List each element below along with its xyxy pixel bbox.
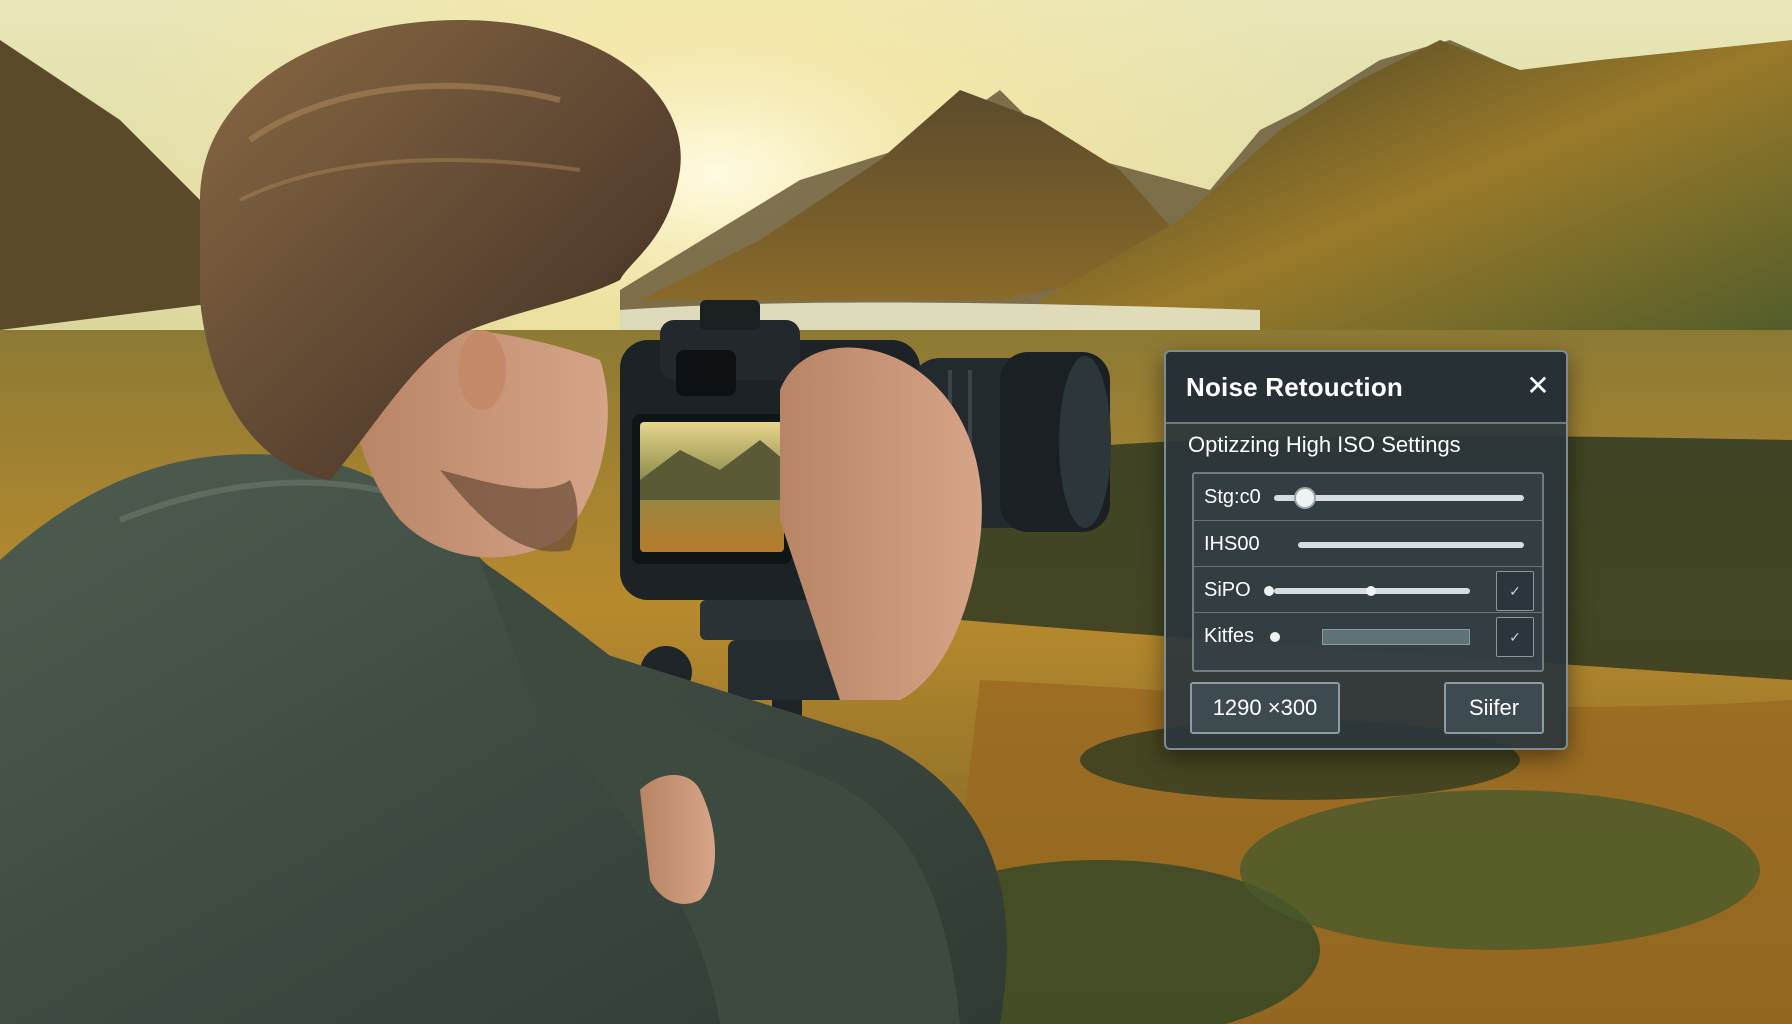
slider-min-dot	[1264, 586, 1274, 596]
dialog-header: Noise Retouction ✕	[1166, 352, 1566, 424]
slider-handle[interactable]	[1294, 487, 1316, 509]
setting-label: IHS00	[1204, 533, 1260, 555]
setting-row: SiPO ✓	[1194, 566, 1542, 613]
slider-track[interactable]	[1298, 542, 1524, 548]
noise-retouction-dialog: Noise Retouction ✕ Optizzing High ISO Se…	[1164, 350, 1568, 750]
slider-handle[interactable]	[1366, 586, 1376, 596]
close-icon: ✕	[1526, 370, 1550, 401]
resolution-button[interactable]: 1290 ×300	[1190, 682, 1340, 734]
settings-group: Stg:c0 IHS00 SiPO ✓ Kitfes ✓	[1192, 472, 1544, 672]
setting-checkbox[interactable]: ✓	[1496, 571, 1534, 611]
setting-row: Kitfes ✓	[1194, 612, 1542, 659]
range-slider[interactable]	[1322, 629, 1470, 645]
check-icon: ✓	[1509, 629, 1521, 645]
check-icon: ✓	[1509, 583, 1521, 599]
dialog-subtitle: Optizzing High ISO Settings	[1188, 432, 1461, 457]
setting-label: SiPO	[1204, 579, 1251, 601]
siifer-button[interactable]: Siifer	[1444, 682, 1544, 734]
setting-row: IHS00	[1194, 520, 1542, 567]
setting-row: Stg:c0	[1194, 474, 1542, 520]
slider-min-dot	[1270, 632, 1280, 642]
setting-label: Kitfes	[1204, 625, 1255, 647]
setting-label: Stg:c0	[1204, 486, 1261, 508]
setting-checkbox[interactable]: ✓	[1496, 617, 1534, 657]
close-button[interactable]: ✕	[1522, 370, 1554, 402]
dialog-title: Noise Retouction	[1186, 372, 1403, 402]
